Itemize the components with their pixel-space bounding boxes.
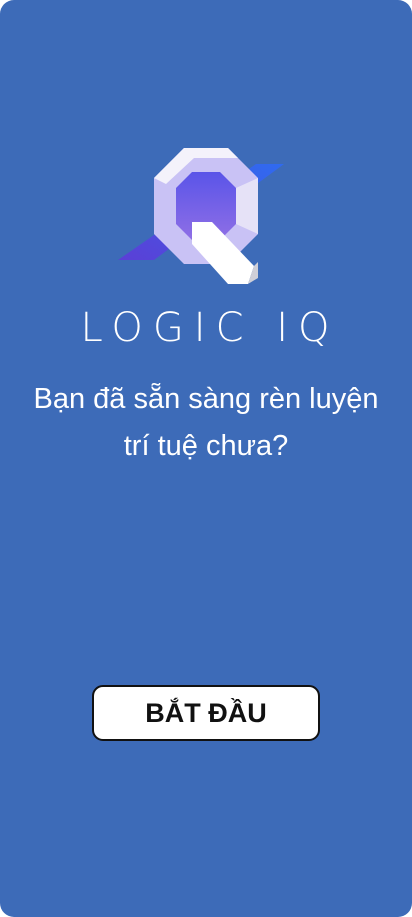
logic-iq-logo-icon [108, 138, 304, 290]
app-brand-name: LOGIC IQ [80, 305, 340, 351]
welcome-screen: LOGIC IQ Bạn đã sẵn sàng rèn luyện trí t… [0, 0, 412, 917]
welcome-tagline: Bạn đã sẵn sàng rèn luyện trí tuệ chưa? [33, 383, 379, 462]
start-button[interactable]: BẮT ĐẦU [92, 685, 320, 741]
